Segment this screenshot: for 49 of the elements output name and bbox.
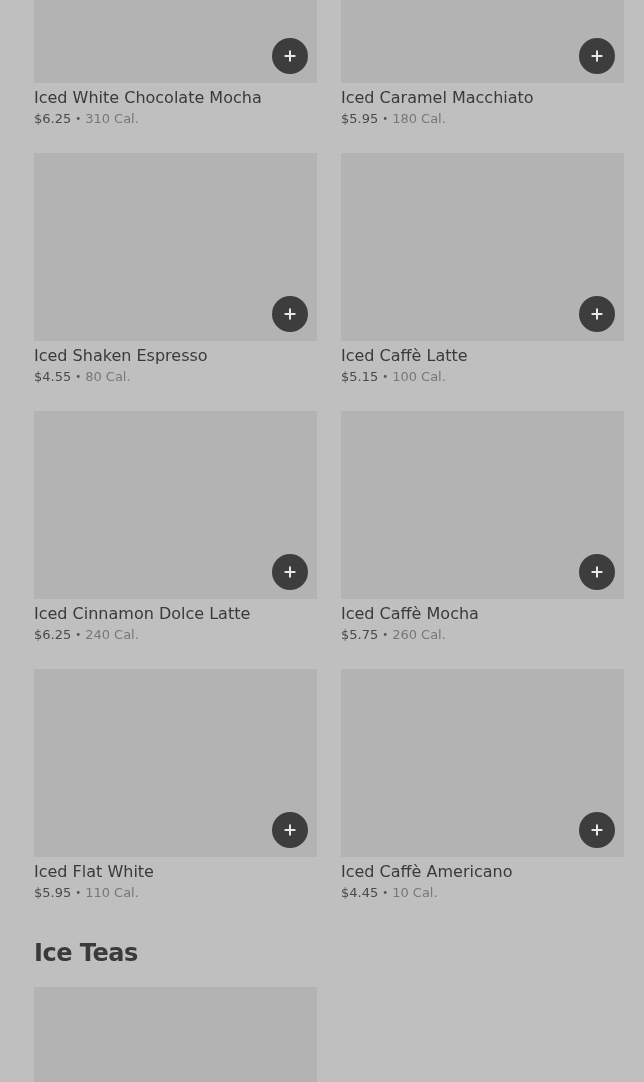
product-calories: 80 Cal. bbox=[85, 368, 131, 386]
separator-dot: • bbox=[75, 628, 82, 642]
product-name: Iced Caffè Mocha bbox=[341, 603, 480, 625]
plus-icon bbox=[589, 822, 605, 838]
product-calories: 310 Cal. bbox=[85, 110, 139, 128]
section-heading: Ice Teas bbox=[34, 938, 139, 969]
add-button[interactable] bbox=[272, 812, 308, 848]
product-price: $4.55 bbox=[34, 368, 72, 386]
plus-icon bbox=[589, 306, 605, 322]
product-calories: 180 Cal. bbox=[392, 110, 446, 128]
add-button[interactable] bbox=[579, 296, 615, 332]
product-price: $5.75 bbox=[341, 626, 379, 644]
separator-dot: • bbox=[382, 628, 389, 642]
plus-icon bbox=[589, 564, 605, 580]
product-calories: 240 Cal. bbox=[85, 626, 139, 644]
product-calories: 10 Cal. bbox=[392, 884, 438, 902]
plus-icon bbox=[589, 48, 605, 64]
separator-dot: • bbox=[382, 886, 389, 900]
separator-dot: • bbox=[75, 370, 82, 384]
product-name: Iced White Chocolate Mocha bbox=[34, 87, 263, 109]
add-button[interactable] bbox=[272, 296, 308, 332]
add-button[interactable] bbox=[272, 38, 308, 74]
product-name: Iced Shaken Espresso bbox=[34, 345, 209, 367]
plus-icon bbox=[282, 306, 298, 322]
separator-dot: • bbox=[75, 886, 82, 900]
product-calories: 110 Cal. bbox=[85, 884, 139, 902]
product-price: $5.95 bbox=[34, 884, 72, 902]
plus-icon bbox=[282, 48, 298, 64]
product-price: $5.95 bbox=[341, 110, 379, 128]
product-name: Iced Caffè Americano bbox=[341, 861, 514, 883]
plus-icon bbox=[282, 564, 298, 580]
separator-dot: • bbox=[382, 370, 389, 384]
product-calories: 260 Cal. bbox=[392, 626, 446, 644]
product-price: $6.25 bbox=[34, 626, 72, 644]
product-price: $4.45 bbox=[341, 884, 379, 902]
product-price: $6.25 bbox=[34, 110, 72, 128]
add-button[interactable] bbox=[579, 554, 615, 590]
separator-dot: • bbox=[382, 112, 389, 126]
add-button[interactable] bbox=[579, 812, 615, 848]
add-button[interactable] bbox=[579, 38, 615, 74]
product-calories: 100 Cal. bbox=[392, 368, 446, 386]
product-name: Iced Cinnamon Dolce Latte bbox=[34, 603, 252, 625]
plus-icon bbox=[282, 822, 298, 838]
product-name: Iced Caffè Latte bbox=[341, 345, 469, 367]
product-name: Iced Caramel Macchiato bbox=[341, 87, 535, 109]
separator-dot: • bbox=[75, 112, 82, 126]
product-name: Iced Flat White bbox=[34, 861, 155, 883]
product-price: $5.15 bbox=[341, 368, 379, 386]
add-button[interactable] bbox=[272, 554, 308, 590]
